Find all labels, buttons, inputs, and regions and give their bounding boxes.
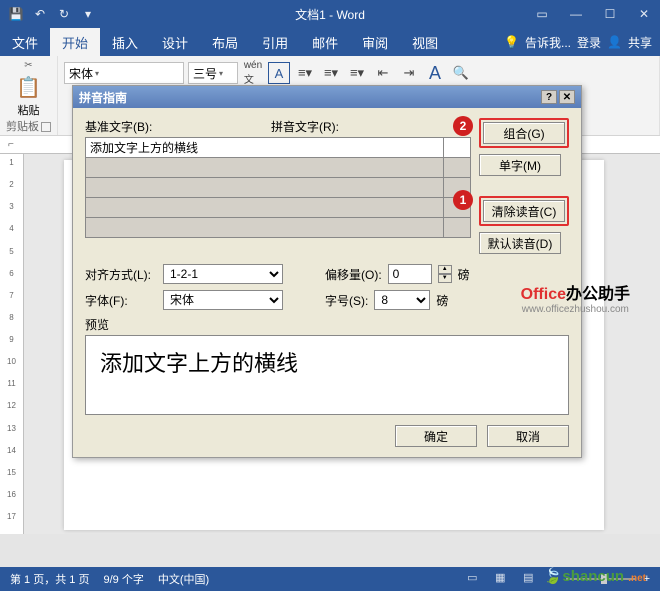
maximize-icon[interactable]: ☐ bbox=[598, 4, 622, 24]
lightbulb-icon: 💡 bbox=[504, 35, 519, 49]
tab-design[interactable]: 设计 bbox=[150, 28, 200, 56]
base-cell-4[interactable] bbox=[86, 218, 444, 238]
unit-label-2: 磅 bbox=[436, 292, 448, 309]
multilevel-icon[interactable]: ≡▾ bbox=[346, 62, 368, 84]
paste-icon[interactable]: 📋 bbox=[16, 75, 41, 100]
close-icon[interactable]: ✕ bbox=[632, 4, 656, 24]
print-layout-icon[interactable]: ▦ bbox=[495, 571, 515, 587]
align-label: 对齐方式(L): bbox=[85, 266, 157, 283]
base-cell-1[interactable] bbox=[86, 158, 444, 178]
single-button[interactable]: 单字(M) bbox=[479, 154, 561, 176]
cancel-button[interactable]: 取消 bbox=[487, 425, 569, 447]
tab-file[interactable]: 文件 bbox=[0, 28, 50, 56]
watermark-office: Office办公助手 www.officezhushou.com bbox=[521, 280, 630, 315]
annotation-badge-1: 1 bbox=[453, 190, 473, 210]
tab-view[interactable]: 视图 bbox=[400, 28, 450, 56]
offset-input[interactable] bbox=[388, 264, 432, 284]
base-cell-0[interactable]: 添加文字上方的横线 bbox=[86, 138, 444, 158]
redo-icon[interactable]: ↻ bbox=[56, 6, 72, 22]
minimize-icon[interactable]: — bbox=[564, 4, 588, 24]
ruby-cell-1[interactable] bbox=[443, 158, 471, 178]
char-border-icon[interactable]: A bbox=[268, 62, 290, 84]
preview-label: 预览 bbox=[85, 316, 569, 333]
cut-icon[interactable]: ✂ bbox=[24, 60, 32, 71]
help-icon[interactable]: ? bbox=[541, 90, 557, 104]
base-cell-2[interactable] bbox=[86, 178, 444, 198]
base-cell-3[interactable] bbox=[86, 198, 444, 218]
tab-layout[interactable]: 布局 bbox=[200, 28, 250, 56]
tab-home[interactable]: 开始 bbox=[50, 28, 100, 56]
read-mode-icon[interactable]: ▭ bbox=[467, 571, 487, 587]
user-icon: 👤 bbox=[607, 35, 622, 49]
bullets-icon[interactable]: ≡▾ bbox=[294, 62, 316, 84]
clipboard-group-label: 剪贴板 bbox=[6, 118, 39, 134]
base-text-label: 基准文字(B): bbox=[85, 118, 271, 135]
undo-icon[interactable]: ↶ bbox=[32, 6, 48, 22]
watermark-shancun: 🍃shancun .net bbox=[544, 567, 646, 585]
unit-label-1: 磅 bbox=[458, 266, 470, 283]
ruby-text-label: 拼音文字(R): bbox=[271, 118, 339, 135]
login-link[interactable]: 登录 bbox=[577, 34, 601, 51]
page-indicator[interactable]: 第 1 页，共 1 页 bbox=[10, 571, 89, 587]
ruby-cell-0[interactable] bbox=[443, 138, 471, 158]
preview-box: 添加文字上方的横线 bbox=[85, 335, 569, 415]
titlebar: 💾 ↶ ↻ ▾ 文档1 - Word ▭ — ☐ ✕ bbox=[0, 0, 660, 28]
tab-review[interactable]: 审阅 bbox=[350, 28, 400, 56]
font-size-combo[interactable]: 三号▾ bbox=[188, 62, 238, 84]
dialog-title: 拼音指南 bbox=[79, 89, 127, 106]
font-label: 字体(F): bbox=[85, 292, 157, 309]
language-indicator[interactable]: 中文(中国) bbox=[158, 571, 209, 587]
paste-label[interactable]: 粘贴 bbox=[18, 102, 40, 118]
annotation-badge-2: 2 bbox=[453, 116, 473, 136]
vertical-ruler[interactable]: 1234567891011121314151617 bbox=[0, 154, 24, 534]
ruby-cell-4[interactable] bbox=[443, 218, 471, 238]
default-reading-button[interactable]: 默认读音(D) bbox=[479, 232, 561, 254]
numbering-icon[interactable]: ≡▾ bbox=[320, 62, 342, 84]
word-count[interactable]: 9/9 个字 bbox=[103, 571, 143, 587]
styles-icon[interactable]: A bbox=[424, 62, 446, 84]
share-button[interactable]: 共享 bbox=[628, 34, 652, 51]
clipboard-launcher-icon[interactable] bbox=[41, 122, 51, 132]
tab-references[interactable]: 引用 bbox=[250, 28, 300, 56]
combine-button[interactable]: 组合(G) bbox=[483, 122, 565, 144]
font-name-combo[interactable]: 宋体▾ bbox=[64, 62, 184, 84]
ok-button[interactable]: 确定 bbox=[395, 425, 477, 447]
window-title: 文档1 - Word bbox=[295, 6, 365, 23]
phonetic-table: 添加文字上方的横线 bbox=[85, 137, 471, 238]
offset-label: 偏移量(O): bbox=[325, 266, 382, 283]
size-select[interactable]: 8 bbox=[374, 290, 430, 310]
phonetic-guide-icon[interactable]: wén文 bbox=[242, 62, 264, 84]
clear-reading-button[interactable]: 清除读音(C) bbox=[483, 200, 565, 222]
ribbon-options-icon[interactable]: ▭ bbox=[530, 4, 554, 24]
offset-spinner[interactable]: ▲▼ bbox=[438, 265, 452, 283]
tab-insert[interactable]: 插入 bbox=[100, 28, 150, 56]
dialog-close-icon[interactable]: ✕ bbox=[559, 90, 575, 104]
web-layout-icon[interactable]: ▤ bbox=[523, 571, 543, 587]
save-icon[interactable]: 💾 bbox=[8, 6, 24, 22]
preview-text: 添加文字上方的横线 bbox=[100, 351, 298, 376]
find-icon[interactable]: 🔍 bbox=[450, 62, 472, 84]
increase-indent-icon[interactable]: ⇥ bbox=[398, 62, 420, 84]
tell-me[interactable]: 告诉我... bbox=[525, 34, 571, 51]
font-select[interactable]: 宋体 bbox=[163, 290, 283, 310]
phonetic-guide-dialog: 拼音指南 ? ✕ 基准文字(B): 拼音文字(R): 添加文字上方的横线 bbox=[72, 85, 582, 458]
size-label: 字号(S): bbox=[325, 292, 368, 309]
align-select[interactable]: 1-2-1 bbox=[163, 264, 283, 284]
decrease-indent-icon[interactable]: ⇤ bbox=[372, 62, 394, 84]
ribbon-tabs: 文件 开始 插入 设计 布局 引用 邮件 审阅 视图 💡 告诉我... 登录 👤… bbox=[0, 28, 660, 56]
tab-mailings[interactable]: 邮件 bbox=[300, 28, 350, 56]
qat-dropdown-icon[interactable]: ▾ bbox=[80, 6, 96, 22]
